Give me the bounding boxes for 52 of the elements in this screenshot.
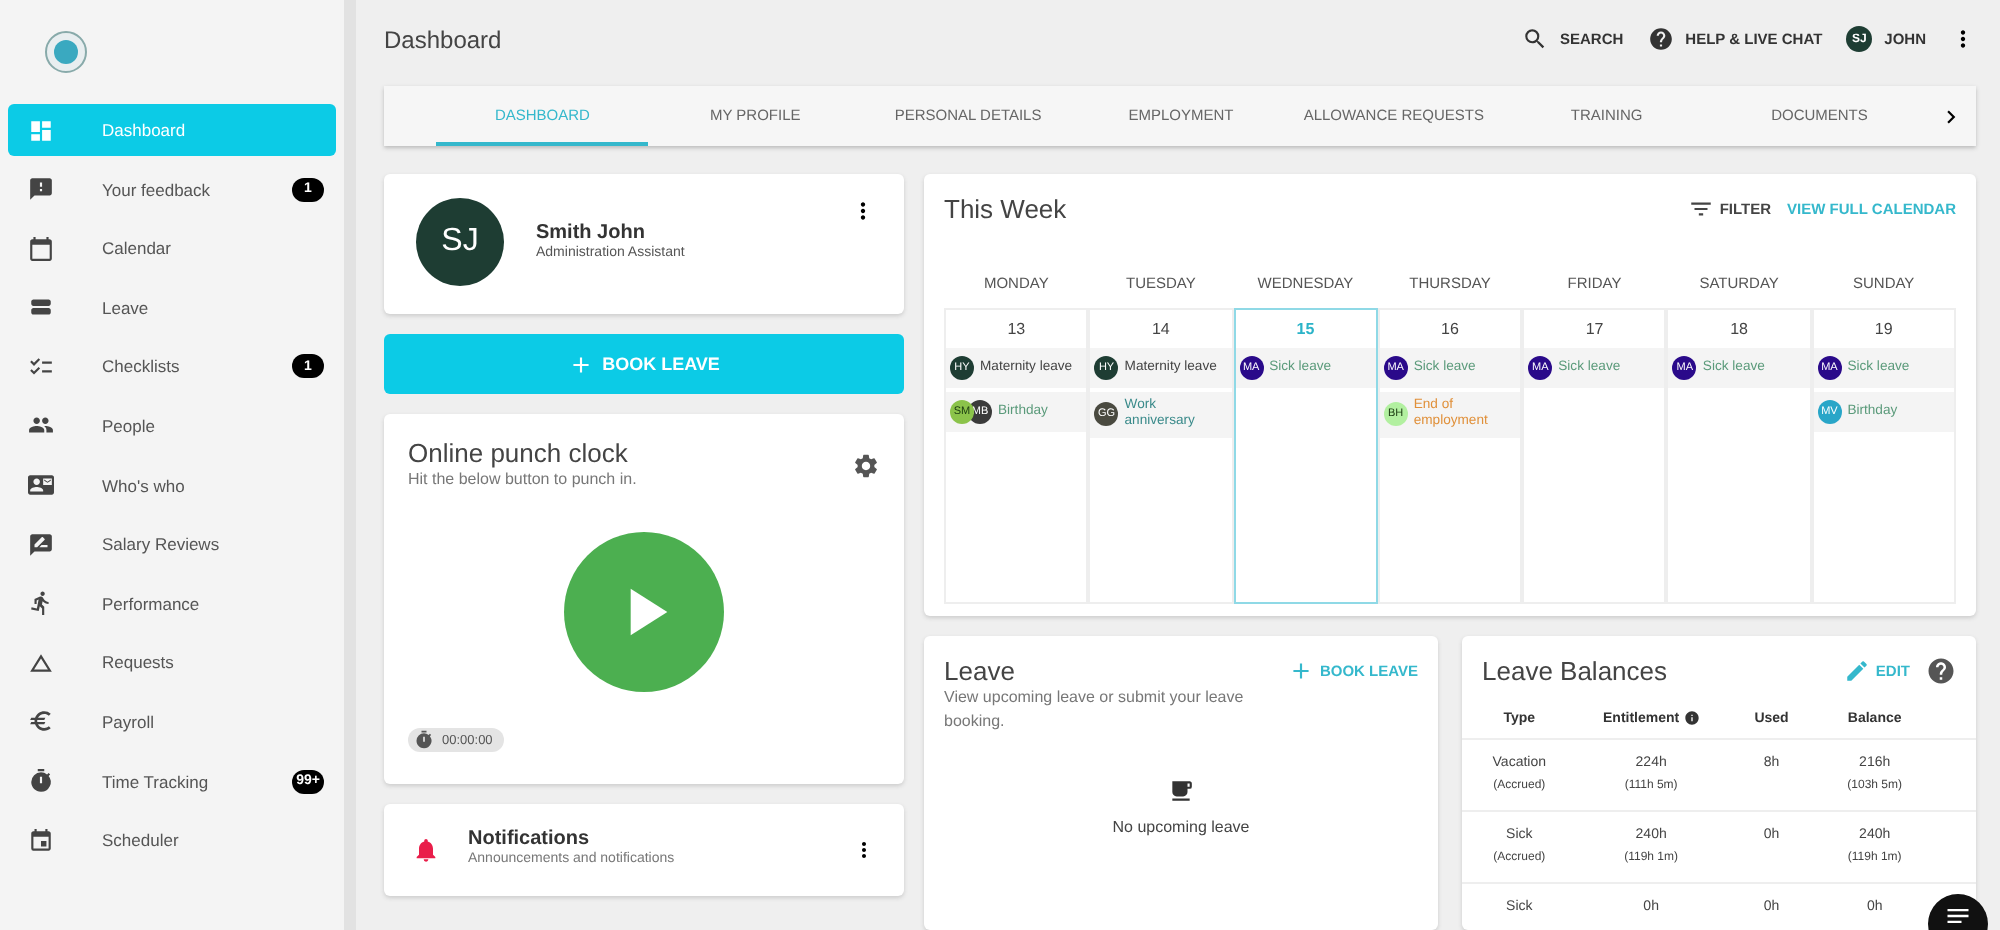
sidebar-item[interactable]: People — [8, 399, 336, 452]
sidebar-item[interactable]: Requests — [8, 636, 336, 689]
profile-name: Smith John — [536, 221, 647, 243]
page-title: Dashboard — [384, 25, 504, 53]
day-number: 15 — [1294, 318, 1317, 343]
running-person-icon — [28, 590, 54, 617]
settings-icon[interactable] — [852, 451, 880, 480]
card-subtitle: View upcoming leave or submit your leave booking. — [944, 686, 1246, 735]
sidebar-item[interactable]: Scheduler — [8, 814, 336, 867]
cup-icon — [1168, 778, 1194, 805]
card-subtitle: Hit the below button to punch in. — [408, 468, 639, 493]
empty-message: No upcoming leave — [1112, 816, 1250, 841]
timer-icon — [414, 730, 434, 751]
stopwatch-icon — [28, 768, 54, 795]
bell-icon — [412, 836, 440, 864]
sidebar-item[interactable]: Calendar — [8, 222, 336, 275]
day-number: 14 — [1149, 318, 1172, 343]
euro-icon — [28, 708, 54, 735]
day-number: 13 — [1005, 318, 1028, 343]
contact-card-icon — [28, 472, 54, 499]
triangle-icon — [28, 649, 54, 676]
help-icon[interactable] — [1926, 656, 1956, 687]
card-title: This Week — [944, 194, 1069, 225]
edit-icon — [1843, 658, 1870, 685]
day-number: 18 — [1728, 318, 1751, 343]
dashboard-icon — [28, 117, 54, 143]
search-icon — [1522, 26, 1548, 52]
card-title: Online punch clock — [408, 438, 630, 469]
help-icon — [1647, 26, 1674, 52]
plus-icon — [1287, 658, 1314, 685]
card-title: Notifications — [468, 828, 592, 851]
review-icon — [28, 531, 54, 558]
profile-avatar: SJ — [416, 198, 504, 287]
sidebar-item[interactable]: Leave — [8, 281, 336, 334]
sidebar-item[interactable]: Performance — [8, 577, 336, 630]
sidebar-item[interactable]: Salary Reviews — [8, 518, 336, 571]
info-icon — [1683, 710, 1700, 727]
card-title: Leave Balances — [1482, 656, 1670, 687]
feedback-icon — [28, 176, 54, 203]
plus-icon — [568, 351, 595, 378]
people-icon — [28, 412, 54, 439]
checklist-icon — [28, 353, 54, 380]
sidebar-item[interactable]: Payroll — [8, 695, 336, 748]
logo-icon — [44, 30, 88, 74]
stacked-bars-icon — [28, 294, 54, 321]
day-number: 16 — [1439, 318, 1461, 343]
sidebar-item[interactable]: Who's who — [8, 459, 336, 512]
day-number: 17 — [1583, 318, 1606, 343]
calendar-event-icon — [28, 827, 54, 854]
day-number: 19 — [1872, 318, 1895, 343]
card-title: Leave — [944, 656, 1017, 687]
calendar-icon — [28, 235, 54, 262]
